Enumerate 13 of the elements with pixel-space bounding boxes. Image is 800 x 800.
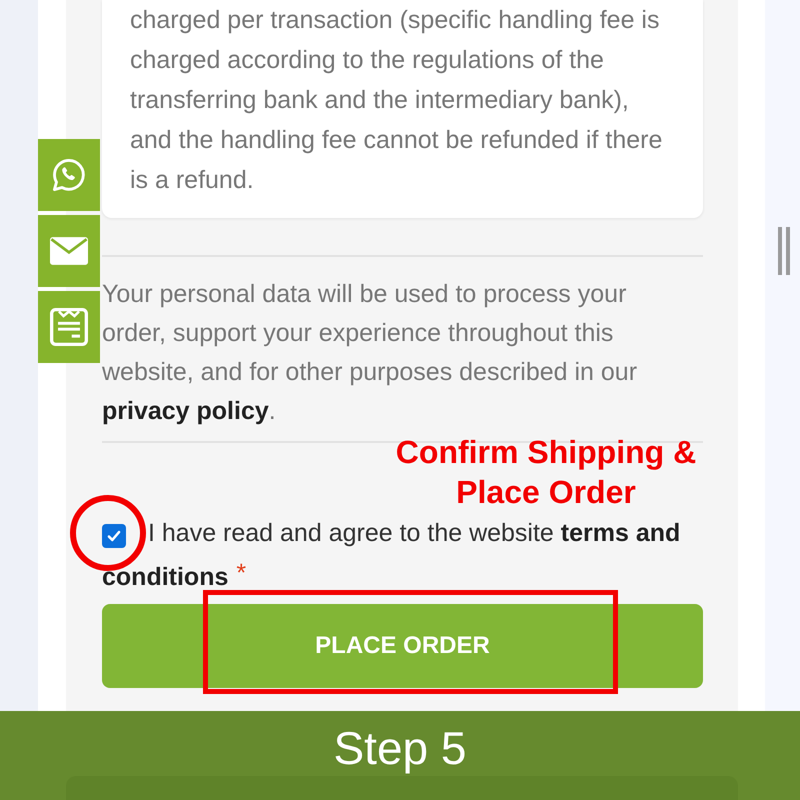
privacy-policy-link[interactable]: privacy policy <box>102 397 269 425</box>
email-button[interactable] <box>38 215 100 287</box>
receipt-icon <box>50 308 88 346</box>
chat-phone-icon <box>50 156 88 194</box>
step-title: Step 5 <box>332 721 468 776</box>
mail-icon <box>50 237 88 265</box>
chat-button[interactable] <box>38 139 100 211</box>
grip-handle-icon[interactable] <box>778 227 790 275</box>
required-mark: * <box>236 559 246 587</box>
note-button[interactable] <box>38 291 100 363</box>
privacy-notice-text: Your personal data will be used to process your order, support your experience throughout this website, and for other purposes described in our privacy policy. <box>102 279 638 427</box>
payment-note-text: charged per transaction (specific handling fee is charged according to the regulations of the transferring bank and the intermediary bank), and the handling fee cannot be refunded if there is a refund. <box>130 5 664 196</box>
annotation-text: Confirm Shipping & Place Order <box>394 433 698 512</box>
